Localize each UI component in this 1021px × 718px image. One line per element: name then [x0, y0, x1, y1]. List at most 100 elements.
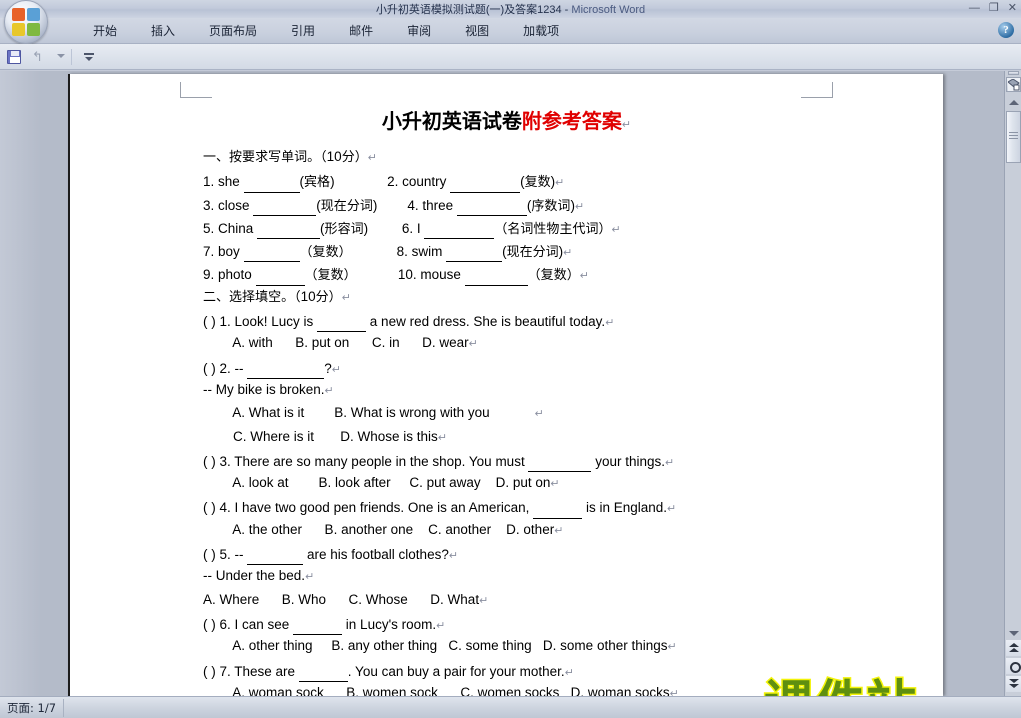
document-title-text: 小升初英语模拟测试题(一)及答案1234 [375, 4, 562, 16]
tab-references[interactable]: 引用 [274, 18, 332, 44]
page-title-black: 小升初英语试卷 [381, 111, 522, 133]
paragraph-mark-icon: ↵ [367, 152, 377, 164]
word-window: 小升初英语模拟测试题(一)及答案1234 - Microsoft Word — … [0, 0, 1021, 718]
document-line: A. look at B. look after C. put away D. … [203, 475, 560, 491]
quick-access-toolbar: ↰ [0, 44, 1021, 70]
blank-fill [293, 611, 343, 636]
undo-button[interactable]: ↰ [28, 47, 48, 67]
help-icon[interactable]: ? [998, 22, 1014, 38]
tab-mailings[interactable]: 邮件 [332, 18, 390, 44]
close-icon[interactable]: ✕ [1008, 1, 1017, 15]
blank-fill [247, 355, 325, 379]
vertical-scrollbar[interactable] [1004, 71, 1021, 696]
customize-toolbar-button[interactable] [79, 47, 99, 67]
select-browse-object-button[interactable] [1006, 658, 1021, 674]
toolbar-divider [71, 49, 72, 65]
paragraph-mark-icon: ↵ [667, 503, 677, 516]
office-logo-icon [12, 8, 40, 36]
orb-quadrant-blue [27, 8, 40, 21]
blank-fill [243, 168, 300, 193]
tab-insert[interactable]: 插入 [134, 18, 192, 44]
paragraph-mark-icon: ↵ [563, 247, 573, 260]
document-page[interactable]: 小升初英语试卷附参考答案↵ 一、按要求写单词。（10分）↵ 1. she (宾格)… [68, 74, 943, 700]
paragraph-mark-icon: ↵ [341, 291, 351, 304]
blank-fill [456, 192, 527, 216]
document-line: ( ) 3. There are so many people in the s… [203, 448, 903, 473]
document-line: ( ) 1. Look! Lucy is a new red dress. Sh… [203, 308, 903, 333]
orb-quadrant-yellow [12, 23, 25, 36]
page-title-red: 附参考答案 [521, 111, 622, 133]
document-line: ( ) 7. These are . You can buy a pair fo… [203, 658, 903, 682]
paragraph-mark-icon: ↵ [554, 524, 564, 537]
blank-fill [450, 168, 521, 193]
minimize-icon[interactable]: — [969, 1, 980, 15]
paragraph-mark-icon: ↵ [437, 431, 448, 444]
next-page-button[interactable] [1006, 676, 1021, 692]
document-line: 9. photo （复数） 10. mouse （复数）↵ [203, 261, 903, 286]
paragraph-mark-icon: ↵ [667, 641, 677, 654]
ribbon-tabs: 开始 插入 页面布局 引用 邮件 审阅 视图 加载项 [76, 18, 576, 44]
blank-fill [528, 448, 592, 473]
document-content: 小升初英语试卷附参考答案↵ 一、按要求写单词。（10分）↵ 1. she (宾格)… [70, 74, 943, 700]
paragraph-mark-icon: ↵ [574, 200, 585, 213]
window-controls: — ❐ ✕ [969, 1, 1017, 15]
save-button[interactable] [4, 47, 24, 67]
page-title: 小升初英语试卷附参考答案↵ [70, 105, 943, 134]
document-line: A. Where B. Who C. Whose D. What↵ [203, 591, 489, 607]
tab-home[interactable]: 开始 [76, 18, 134, 44]
blank-fill [298, 658, 348, 682]
scroll-down-button[interactable] [1006, 626, 1021, 640]
document-line: A. What is it B. What is wrong with you … [203, 405, 544, 421]
restore-icon[interactable]: ❐ [989, 1, 999, 15]
paragraph-mark-icon: ↵ [605, 317, 615, 330]
paragraph-mark-icon: ↵ [448, 550, 459, 563]
undo-icon: ↰ [32, 50, 43, 65]
paragraph-mark-icon: ↵ [331, 363, 341, 376]
quick-access-items: ↰ [4, 47, 99, 67]
document-line: 1. she (宾格) 2. country (复数)↵ [203, 168, 903, 193]
blank-fill [446, 238, 503, 263]
scroll-up-button[interactable] [1006, 95, 1021, 109]
tab-review[interactable]: 审阅 [390, 18, 448, 44]
split-handle[interactable] [1008, 71, 1019, 75]
document-line: 5. China (形容词) 6. I （名词性物主代词）↵ [203, 215, 903, 240]
document-line: A. other thing B. any other thing C. som… [203, 638, 677, 654]
document-line: -- Under the bed.↵ [203, 568, 315, 584]
paragraph-mark-icon: ↵ [611, 223, 621, 236]
document-line: 一、按要求写单词。（10分）↵ [203, 149, 377, 165]
page-indicator[interactable]: 页面: 1/7 [7, 700, 56, 716]
title-bar: 小升初英语模拟测试题(一)及答案1234 - Microsoft Word — … [0, 0, 1021, 18]
orb-quadrant-green [27, 23, 40, 36]
paragraph-mark-icon: ↵ [665, 456, 675, 469]
chevron-down-icon [57, 54, 65, 58]
document-line: ( ) 5. -- are his football clothes?↵ [203, 541, 903, 566]
blank-fill [317, 308, 367, 333]
office-button[interactable] [4, 0, 48, 44]
tab-add-ins[interactable]: 加载项 [506, 18, 576, 44]
undo-dropdown-button[interactable] [52, 47, 65, 67]
tab-view[interactable]: 视图 [448, 18, 506, 44]
scrollbar-thumb[interactable] [1006, 111, 1021, 163]
paragraph-mark-icon: ↵ [436, 619, 446, 632]
paragraph-mark-icon: ↵ [324, 384, 334, 397]
document-line: A. the other B. another one C. another D… [203, 521, 564, 537]
document-line: 7. boy （复数） 8. swim (现在分词)↵ [203, 238, 903, 263]
document-line: 3. close (现在分词) 4. three (序数词)↵ [203, 192, 903, 216]
blank-fill [253, 192, 317, 216]
document-body: 一、按要求写单词。（10分）↵ 1. she (宾格) 2. country (复… [203, 145, 903, 704]
document-work-area: 小升初英语试卷附参考答案↵ 一、按要求写单词。（10分）↵ 1. she (宾格)… [0, 71, 1021, 718]
tab-page-layout[interactable]: 页面布局 [192, 18, 274, 44]
document-line: ( ) 4. I have two good pen friends. One … [203, 494, 903, 519]
paragraph-mark-icon: ↵ [621, 119, 632, 131]
title-separator: - [561, 4, 572, 16]
ruler-icon [1008, 79, 1020, 91]
view-ruler-button[interactable] [1006, 77, 1021, 92]
paragraph-mark-icon: ↵ [564, 666, 574, 679]
paragraph-mark-icon: ↵ [555, 177, 565, 190]
document-line: C. Where is it D. Whose is this↵ [203, 428, 448, 444]
previous-page-button[interactable] [1006, 640, 1021, 656]
blank-fill [255, 261, 305, 286]
document-line: A. with B. put on C. in D. wear↵ [203, 335, 478, 351]
blank-fill [464, 261, 528, 286]
paragraph-mark-icon: ↵ [550, 478, 560, 491]
